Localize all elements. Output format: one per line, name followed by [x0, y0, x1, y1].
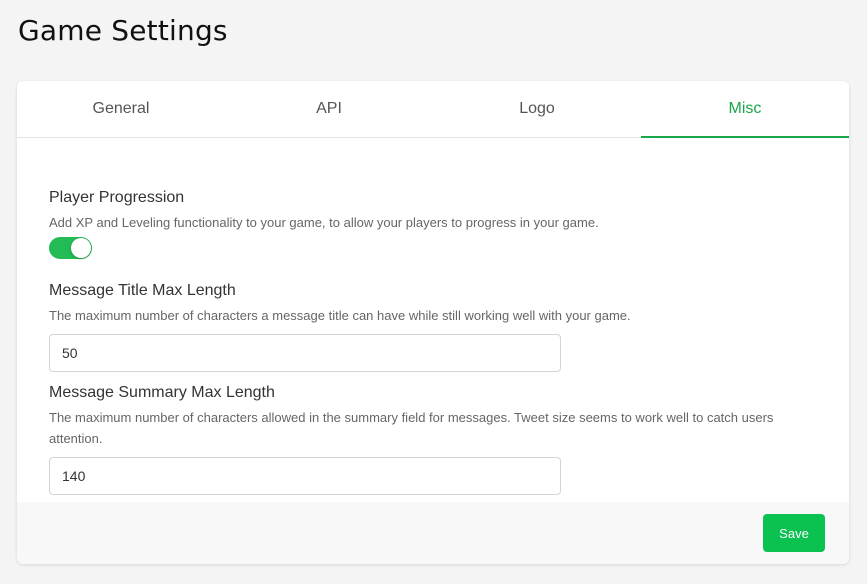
title-max-length-setting: Message Title Max Length The maximum num… — [49, 282, 819, 372]
page-title: Game Settings — [18, 14, 228, 47]
tab-general[interactable]: General — [17, 81, 225, 137]
card-footer: Save — [17, 502, 849, 564]
toggle-knob — [71, 238, 91, 258]
summary-max-length-label: Message Summary Max Length — [49, 384, 275, 401]
player-progression-description: Add XP and Leveling functionality to you… — [49, 215, 599, 230]
title-max-length-description: The maximum number of characters a messa… — [49, 308, 631, 323]
summary-max-length-input[interactable] — [49, 457, 561, 495]
title-max-length-label: Message Title Max Length — [49, 282, 236, 299]
player-progression-setting: Player Progression Add XP and Leveling f… — [49, 189, 819, 259]
summary-max-length-description: The maximum number of characters allowed… — [49, 410, 774, 446]
summary-max-length-setting: Message Summary Max Length The maximum n… — [49, 384, 819, 495]
save-button[interactable]: Save — [763, 514, 825, 552]
player-progression-label: Player Progression — [49, 189, 185, 206]
tab-api[interactable]: API — [225, 81, 433, 137]
settings-card: General API Logo Misc Player Progression… — [17, 81, 849, 564]
title-max-length-input[interactable] — [49, 334, 561, 372]
tab-misc[interactable]: Misc — [641, 81, 849, 138]
tab-logo[interactable]: Logo — [433, 81, 641, 137]
player-progression-toggle[interactable] — [49, 237, 92, 259]
tab-bar: General API Logo Misc — [17, 81, 849, 138]
